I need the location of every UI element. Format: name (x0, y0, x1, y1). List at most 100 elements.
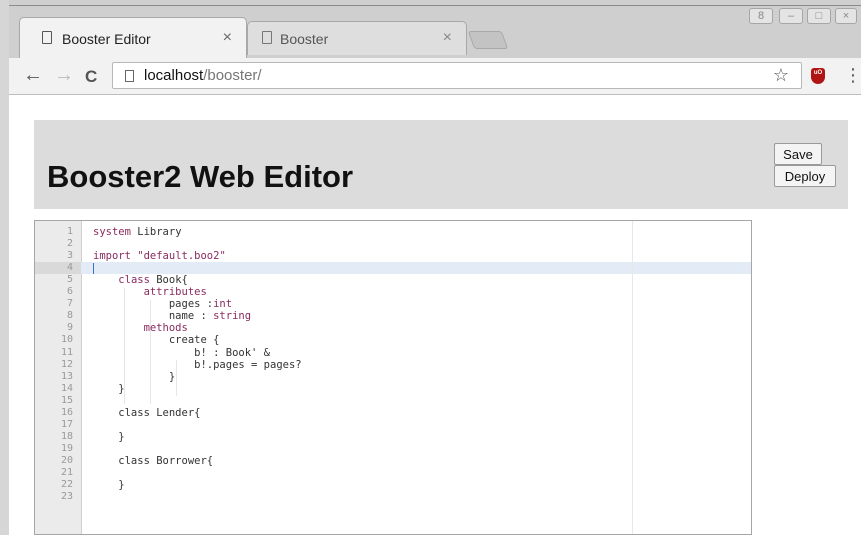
line-number: 4 (66, 262, 73, 274)
line-number: 7 (66, 298, 73, 310)
line-number: 12 (60, 358, 73, 370)
code-text: class Lender{ (93, 406, 201, 419)
line-number: 1 (66, 226, 73, 237)
ublock-extension-icon[interactable]: uO (811, 68, 825, 84)
code-line: class Book{ (93, 274, 188, 286)
maximize-button[interactable]: □ (807, 8, 831, 24)
window-top-border (9, 5, 861, 6)
line-number: 10 (60, 334, 73, 346)
line-number: 8 (66, 310, 73, 322)
code-text: name : (93, 310, 214, 323)
new-tab-button[interactable] (467, 31, 509, 49)
code-editor[interactable]: 1 system Library 2 3 import "default.boo2" 4 5… (34, 220, 752, 535)
code-keyword: methods (143, 322, 188, 335)
code-keyword: int (213, 298, 233, 311)
bookmark-star-icon[interactable]: ☆ (773, 65, 789, 86)
active-line-highlight (35, 262, 751, 274)
code-text: } (93, 430, 125, 443)
line-number: 6 (66, 286, 73, 298)
line-number: 14 (60, 382, 73, 394)
code-text: } (93, 479, 125, 492)
page-header: Booster2 Web Editor Save Deploy (34, 120, 848, 209)
url-path: /booster/ (203, 67, 262, 84)
code-line: import "default.boo2" (93, 250, 226, 262)
line-number: 18 (60, 430, 73, 442)
tab-title: Booster Editor (62, 31, 151, 47)
line-number: 5 (66, 274, 73, 286)
code-line: attributes (93, 286, 207, 298)
page-title: Booster2 Web Editor (47, 159, 354, 194)
line-number: 11 (60, 346, 73, 358)
code-text: Library (130, 226, 182, 238)
code-line: name : string (93, 310, 251, 322)
line-number: 9 (66, 322, 73, 334)
browser-window: Booster Editor × Booster × 8 – □ × ← → C… (9, 0, 861, 535)
tab-booster-editor[interactable]: Booster Editor × (19, 17, 247, 58)
line-number: 15 (60, 394, 73, 406)
line-number: 3 (66, 250, 73, 262)
url-text: localhost/booster/ (144, 67, 262, 84)
code-line: system Library (93, 226, 182, 238)
code-line: b! : Book' & (93, 347, 270, 359)
code-keyword: string (213, 310, 252, 323)
code-line: class Borrower{ (93, 455, 213, 467)
line-number: 17 (60, 418, 73, 430)
line-number: 16 (60, 406, 73, 418)
code-text: b! : Book' & (93, 346, 271, 359)
page-icon (42, 31, 52, 44)
text-cursor (93, 263, 94, 274)
close-window-button[interactable]: × (835, 8, 857, 24)
code-text: class Borrower{ (93, 454, 214, 467)
code-keyword: system (93, 226, 131, 238)
minimize-button[interactable]: – (779, 8, 803, 24)
code-line: } (93, 479, 125, 492)
code-line: } (93, 371, 175, 383)
line-number: 2 (66, 238, 73, 250)
code-line: class Lender{ (93, 407, 200, 419)
code-keyword: attributes (143, 286, 207, 299)
deploy-button[interactable]: Deploy (774, 165, 836, 187)
profile-icon[interactable]: 8 (749, 8, 773, 24)
page-content: Booster2 Web Editor Save Deploy 1 system … (9, 95, 861, 535)
code-text: } (93, 370, 176, 383)
line-number: 22 (60, 479, 73, 491)
page-icon (125, 70, 134, 82)
forward-arrow-icon[interactable]: → (54, 65, 74, 85)
code-line: } (93, 382, 125, 395)
url-host: localhost (144, 67, 204, 84)
code-keyword: import (93, 250, 131, 263)
line-number: 21 (60, 467, 73, 478)
code-text: create { (93, 334, 220, 347)
tab-booster[interactable]: Booster × (247, 21, 467, 55)
tab-title: Booster (280, 31, 329, 47)
extension-label: uO (813, 70, 823, 76)
line-number: 19 (60, 442, 73, 454)
menu-icon[interactable]: ⋮ (844, 66, 861, 84)
code-text: Book{ (149, 274, 188, 287)
address-bar[interactable]: localhost/booster/ ☆ (112, 62, 802, 89)
save-button[interactable]: Save (774, 143, 822, 165)
print-margin (632, 221, 633, 534)
line-number: 20 (60, 454, 73, 466)
code-line: b!.pages = pages? (93, 358, 302, 371)
code-line: methods (93, 322, 188, 334)
code-line: create { (93, 334, 220, 347)
page-icon (262, 31, 272, 44)
browser-toolbar: ← → C localhost/booster/ ☆ uO ⋮ (9, 58, 861, 95)
close-tab-icon[interactable]: × (223, 29, 232, 47)
line-number: 13 (60, 370, 73, 382)
close-tab-icon[interactable]: × (443, 29, 452, 47)
back-arrow-icon[interactable]: ← (23, 65, 43, 85)
code-line: } (93, 430, 125, 443)
code-text: } (93, 382, 125, 395)
code-text: b!.pages = pages? (93, 358, 302, 371)
reload-icon[interactable]: C (85, 67, 97, 87)
code-line: pages :int (93, 298, 232, 310)
code-string: "default.boo2" (130, 250, 226, 263)
code-text: pages : (93, 298, 214, 311)
tab-strip: Booster Editor × Booster × 8 – □ × (9, 0, 861, 58)
code-keyword: class (118, 274, 150, 287)
